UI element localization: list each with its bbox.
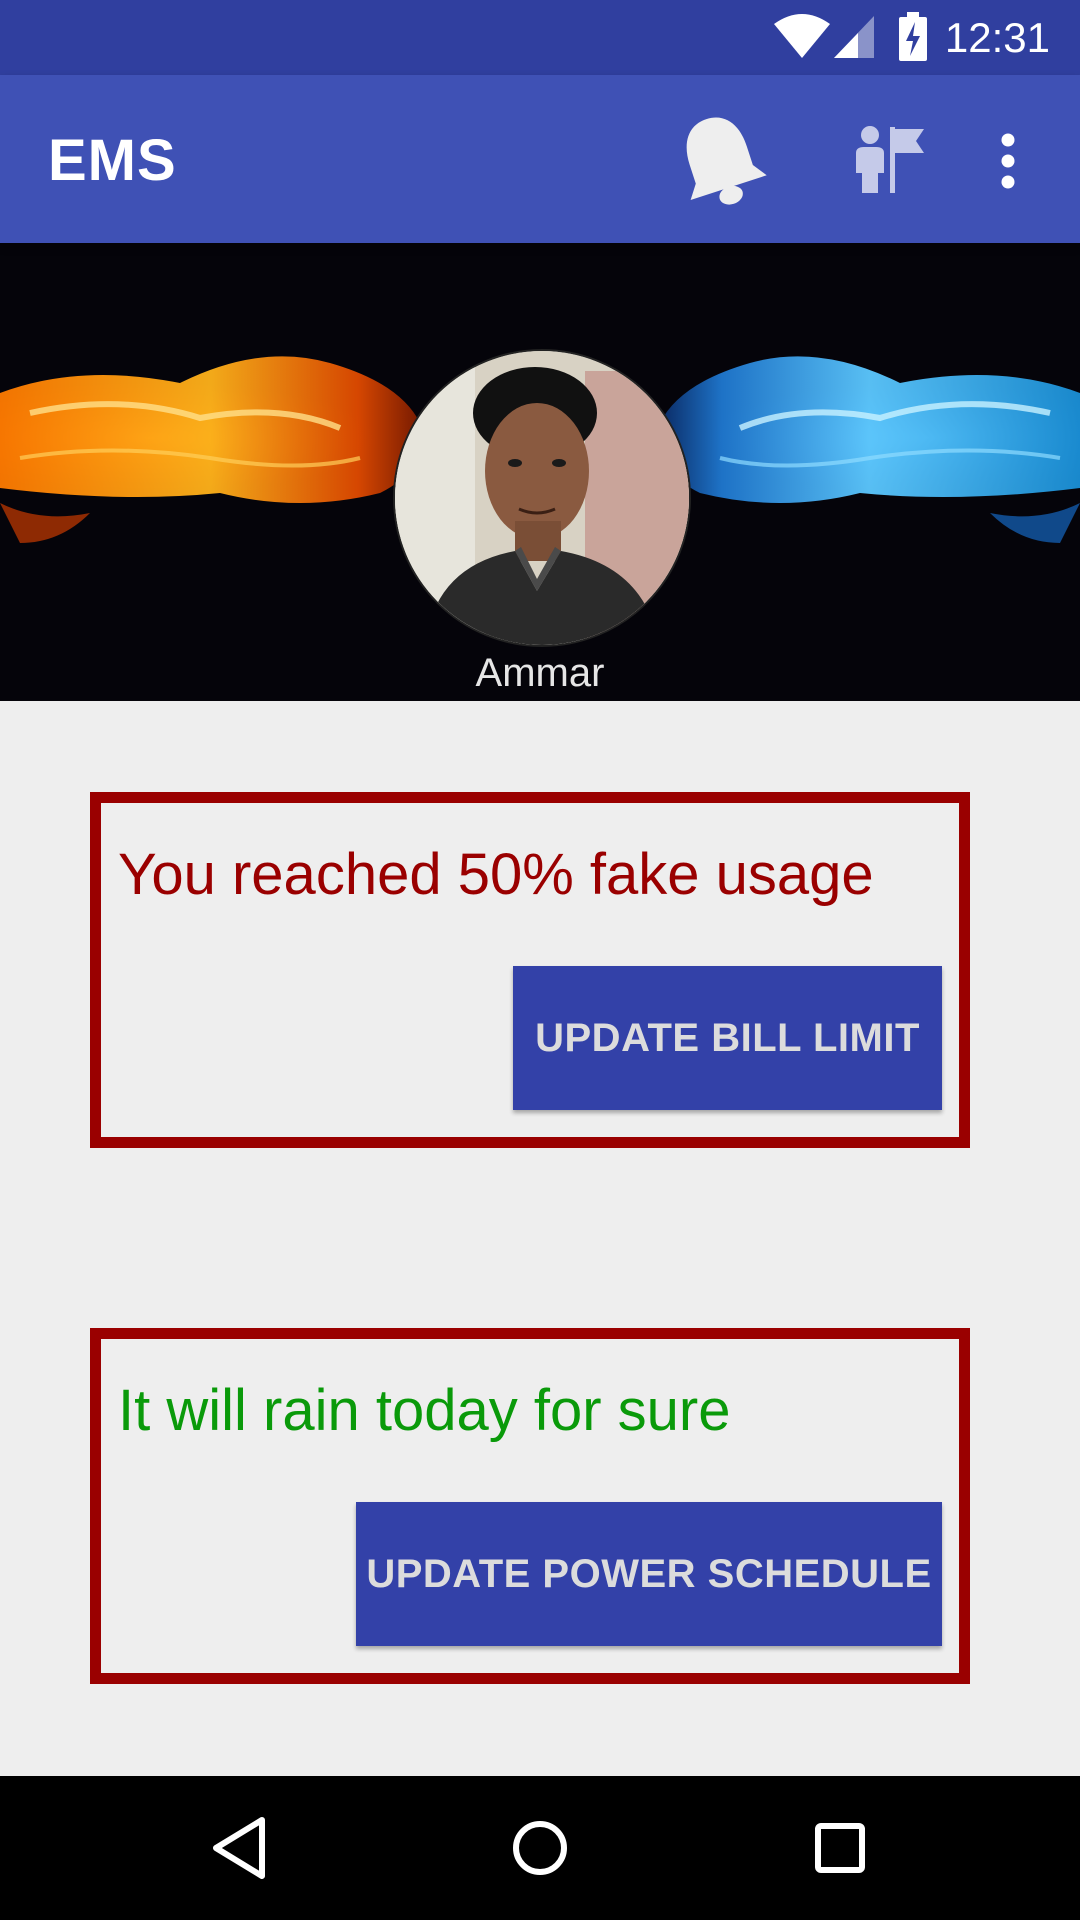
person-flag-icon[interactable] [852, 123, 926, 195]
weather-alert-card: It will rain today for sure UPDATE POWER… [90, 1328, 970, 1684]
back-icon[interactable] [200, 1808, 280, 1888]
app-bar: EMS [0, 75, 1080, 243]
profile-name: Ammar [475, 651, 605, 695]
weather-alert-message: It will rain today for sure [118, 1378, 731, 1443]
avatar-image [395, 351, 689, 645]
usage-alert-card: You reached 50% fake usage UPDATE BILL L… [90, 792, 970, 1148]
avatar[interactable] [393, 349, 691, 647]
status-time: 12:31 [944, 14, 1050, 61]
navigation-bar [0, 1776, 1080, 1920]
wifi-icon [774, 14, 830, 58]
update-power-schedule-button[interactable]: UPDATE POWER SCHEDULE [356, 1502, 942, 1646]
usage-alert-message: You reached 50% fake usage [118, 842, 874, 907]
more-vert-icon[interactable] [996, 131, 1020, 191]
recents-icon[interactable] [800, 1808, 880, 1888]
app-title: EMS [48, 128, 177, 193]
profile-header: Ammar [0, 243, 1080, 701]
update-bill-limit-button[interactable]: UPDATE BILL LIMIT [513, 966, 942, 1110]
cell-signal-icon [834, 16, 874, 58]
status-bar: 12:31 [0, 0, 1080, 75]
battery-charging-icon [899, 12, 927, 61]
home-icon[interactable] [500, 1808, 580, 1888]
bell-icon[interactable] [672, 111, 768, 211]
